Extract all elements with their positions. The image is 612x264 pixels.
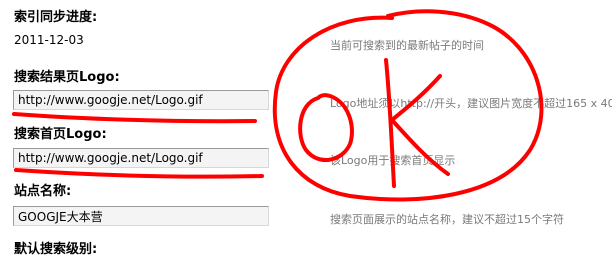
default-level-label: 默认搜索级别: bbox=[14, 242, 98, 257]
underline-home-logo bbox=[14, 168, 264, 179]
underline-result-logo bbox=[12, 112, 257, 124]
home-logo-hint: 该Logo用于搜索首页显示 bbox=[330, 154, 456, 167]
result-logo-hint: Logo地址须以http://开头，建议图片宽度不超过165 x 40 bbox=[330, 97, 612, 110]
index-progress-value: 2011-12-03 bbox=[14, 33, 84, 47]
site-name-hint: 搜索页面展示的站点名称，建议不超过15个字符 bbox=[330, 213, 564, 226]
home-logo-input[interactable] bbox=[13, 148, 269, 168]
result-logo-label: 搜索结果页Logo: bbox=[14, 70, 120, 85]
home-logo-label: 搜索首页Logo: bbox=[14, 127, 107, 142]
index-progress-label: 索引同步进度: bbox=[14, 10, 98, 25]
site-name-input[interactable] bbox=[13, 206, 269, 226]
result-logo-input[interactable] bbox=[13, 90, 269, 110]
index-progress-hint: 当前可搜索到的最新帖子的时间 bbox=[330, 39, 484, 52]
site-name-label: 站点名称: bbox=[14, 184, 72, 199]
